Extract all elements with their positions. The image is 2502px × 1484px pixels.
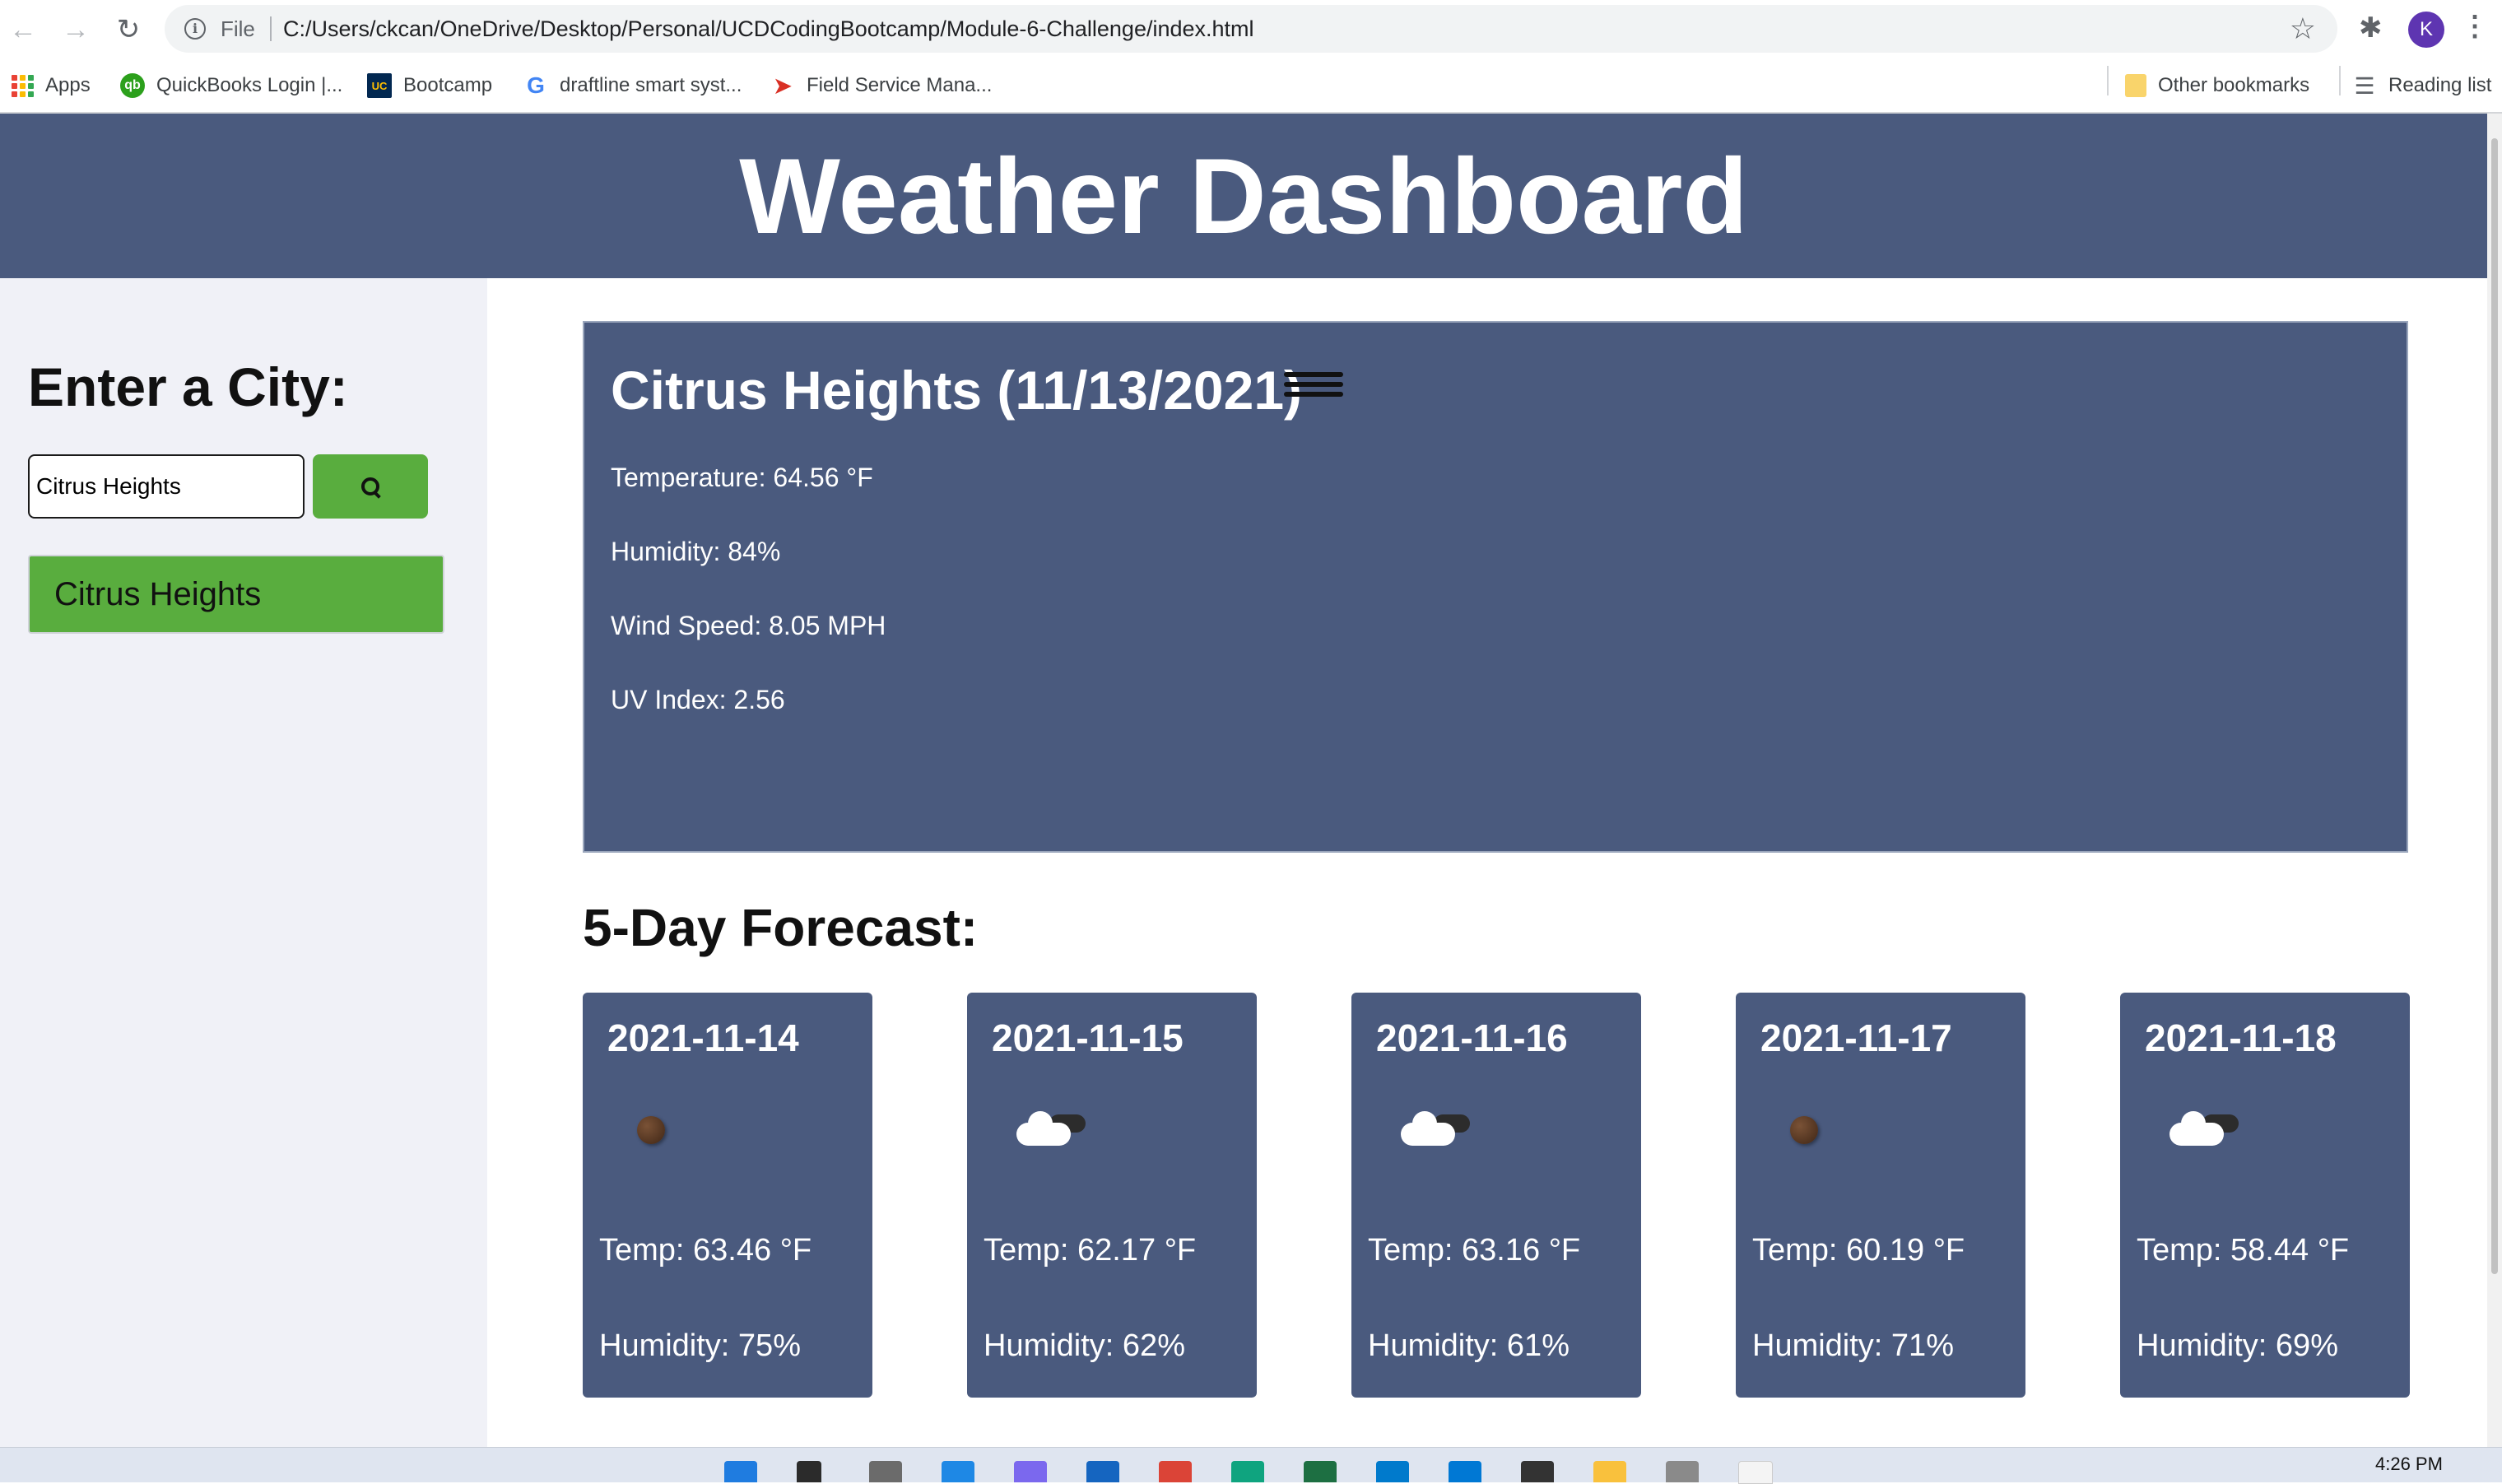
forecast-temp: Temp: 60.19 °F	[1752, 1233, 1965, 1268]
excel-icon[interactable]	[1304, 1461, 1337, 1482]
calculator-icon[interactable]	[1666, 1461, 1699, 1482]
forecast-card: 2021-11-18 Temp: 58.44 °F Humidity: 69%	[2120, 993, 2410, 1398]
clear-night-icon	[1785, 1108, 1867, 1157]
url-text[interactable]: C:/Users/ckcan/OneDrive/Desktop/Personal…	[283, 16, 1254, 42]
forecast-temp: Temp: 63.46 °F	[599, 1233, 812, 1268]
bookmarks-bar: Apps qb QuickBooks Login |... UC Bootcam…	[0, 59, 2502, 114]
reload-icon[interactable]: ↻	[110, 12, 146, 48]
forecast-card: 2021-11-17 Temp: 60.19 °F Humidity: 71%	[1736, 993, 2025, 1398]
chat-icon[interactable]	[1014, 1461, 1047, 1482]
forecast-humidity: Humidity: 61%	[1368, 1328, 1570, 1363]
bookmark-apps[interactable]: Apps	[12, 69, 91, 102]
extensions-puzzle-icon[interactable]: ✱	[2359, 12, 2383, 44]
widgets-icon[interactable]	[942, 1461, 974, 1482]
bookmark-quickbooks[interactable]: qb QuickBooks Login |...	[120, 69, 342, 102]
forecast-humidity: Humidity: 75%	[599, 1328, 801, 1363]
bookmark-label: Bootcamp	[403, 74, 493, 96]
edge-icon[interactable]	[1231, 1461, 1264, 1482]
page-scrollbar[interactable]	[2487, 114, 2502, 1447]
scheme-divider	[270, 16, 272, 41]
bookmark-label: Field Service Mana...	[807, 74, 993, 96]
sidebar-heading: Enter a City:	[28, 356, 348, 417]
broken-clouds-icon	[1016, 1108, 1099, 1157]
search-history-button[interactable]: Citrus Heights	[28, 555, 444, 634]
scrollbar-thumb[interactable]	[2491, 138, 2498, 1274]
uc-davis-icon: UC	[367, 73, 392, 98]
scheme-label: File	[221, 16, 255, 41]
page-viewport: Weather Dashboard Enter a City: Citrus H…	[0, 114, 2487, 1447]
bookmarks-separator	[2339, 66, 2341, 95]
bookmark-label: Apps	[45, 74, 91, 96]
search-taskbar-icon[interactable]	[797, 1461, 821, 1482]
bookmark-reading-list[interactable]: ☰ Reading list	[2352, 69, 2491, 102]
broken-clouds-icon	[2169, 1108, 2252, 1157]
info-icon[interactable]: i	[184, 18, 206, 40]
google-icon: G	[527, 72, 545, 98]
bookmarks-separator	[2107, 66, 2109, 95]
city-search-sidebar: Enter a City: Citrus Heights	[0, 278, 487, 1447]
bookmark-star-icon[interactable]: ☆	[2290, 12, 2316, 46]
profile-avatar[interactable]: K	[2408, 12, 2444, 48]
search-icon	[361, 477, 381, 499]
forecast-humidity: Humidity: 71%	[1752, 1328, 1954, 1363]
bookmark-draftline[interactable]: G draftline smart syst...	[523, 69, 742, 102]
page-title: Weather Dashboard	[739, 136, 1748, 256]
taskbar-clock[interactable]: 4:26 PM	[2375, 1454, 2443, 1475]
forecast-humidity: Humidity: 62%	[984, 1328, 1185, 1363]
page-header: Weather Dashboard	[0, 114, 2487, 278]
forecast-card: 2021-11-14 Temp: 63.46 °F Humidity: 75%	[583, 993, 872, 1398]
forecast-temp: Temp: 63.16 °F	[1368, 1233, 1581, 1268]
forecast-date: 2021-11-14	[607, 1016, 799, 1059]
mail-icon[interactable]	[1086, 1461, 1119, 1482]
current-weather-card: Citrus Heights (11/13/2021) Temperature:…	[583, 321, 2408, 853]
forecast-temp: Temp: 58.44 °F	[2137, 1233, 2350, 1268]
back-arrow-icon[interactable]: ←	[5, 12, 41, 48]
mist-icon	[1284, 372, 1343, 410]
forecast-card: 2021-11-16 Temp: 63.16 °F Humidity: 61%	[1351, 993, 1641, 1398]
forecast-date: 2021-11-17	[1760, 1016, 1952, 1059]
bookmark-other[interactable]: Other bookmarks	[2125, 69, 2309, 102]
forecast-date: 2021-11-15	[992, 1016, 1184, 1059]
file-explorer-icon[interactable]	[1593, 1461, 1626, 1482]
forecast-card: 2021-11-15 Temp: 62.17 °F Humidity: 62%	[967, 993, 1257, 1398]
terminal-icon[interactable]	[1521, 1461, 1554, 1482]
current-city-title: Citrus Heights (11/13/2021)	[611, 360, 1303, 421]
apps-grid-icon	[12, 74, 34, 97]
quickbooks-icon: qb	[120, 73, 145, 98]
current-temperature: Temperature: 64.56 °F	[611, 463, 873, 492]
browser-toolbar: ← → ↻ i File C:/Users/ckcan/OneDrive/Des…	[0, 0, 2502, 59]
broken-clouds-icon	[1401, 1108, 1483, 1157]
current-wind-speed: Wind Speed: 8.05 MPH	[611, 611, 886, 640]
forecast-heading: 5-Day Forecast:	[583, 898, 979, 957]
bookmark-label: QuickBooks Login |...	[156, 74, 343, 96]
current-uv-index: UV Index: 2.56	[611, 685, 785, 714]
city-search-input[interactable]	[28, 454, 305, 519]
chrome-icon[interactable]	[1159, 1461, 1192, 1482]
bookmark-label: Reading list	[2388, 74, 2492, 96]
app-icon[interactable]	[1738, 1461, 1773, 1484]
bookmark-field-service[interactable]: ➤ Field Service Mana...	[770, 69, 992, 102]
bookmark-label: draftline smart syst...	[560, 74, 742, 96]
forecast-temp: Temp: 62.17 °F	[984, 1233, 1197, 1268]
bookmark-bootcamp[interactable]: UC Bootcamp	[367, 69, 492, 102]
folder-icon	[2125, 74, 2146, 97]
field-service-icon: ➤	[774, 72, 792, 98]
store-icon[interactable]	[1449, 1461, 1481, 1482]
bookmark-label: Other bookmarks	[2158, 74, 2310, 96]
reading-list-icon: ☰	[2354, 72, 2375, 99]
current-humidity: Humidity: 84%	[611, 537, 781, 566]
start-icon[interactable]	[724, 1461, 757, 1482]
task-view-icon[interactable]	[869, 1461, 902, 1482]
browser-menu-icon[interactable]: ⋮	[2461, 10, 2489, 43]
forecast-date: 2021-11-16	[1376, 1016, 1568, 1059]
address-bar[interactable]: i File C:/Users/ckcan/OneDrive/Desktop/P…	[165, 5, 2337, 53]
clear-night-icon	[632, 1108, 714, 1157]
vscode-icon[interactable]	[1376, 1461, 1409, 1482]
os-taskbar	[0, 1447, 2502, 1484]
search-button[interactable]	[313, 454, 428, 519]
forecast-date: 2021-11-18	[2145, 1016, 2337, 1059]
forecast-humidity: Humidity: 69%	[2137, 1328, 2338, 1363]
forward-arrow-icon[interactable]: →	[58, 12, 94, 48]
